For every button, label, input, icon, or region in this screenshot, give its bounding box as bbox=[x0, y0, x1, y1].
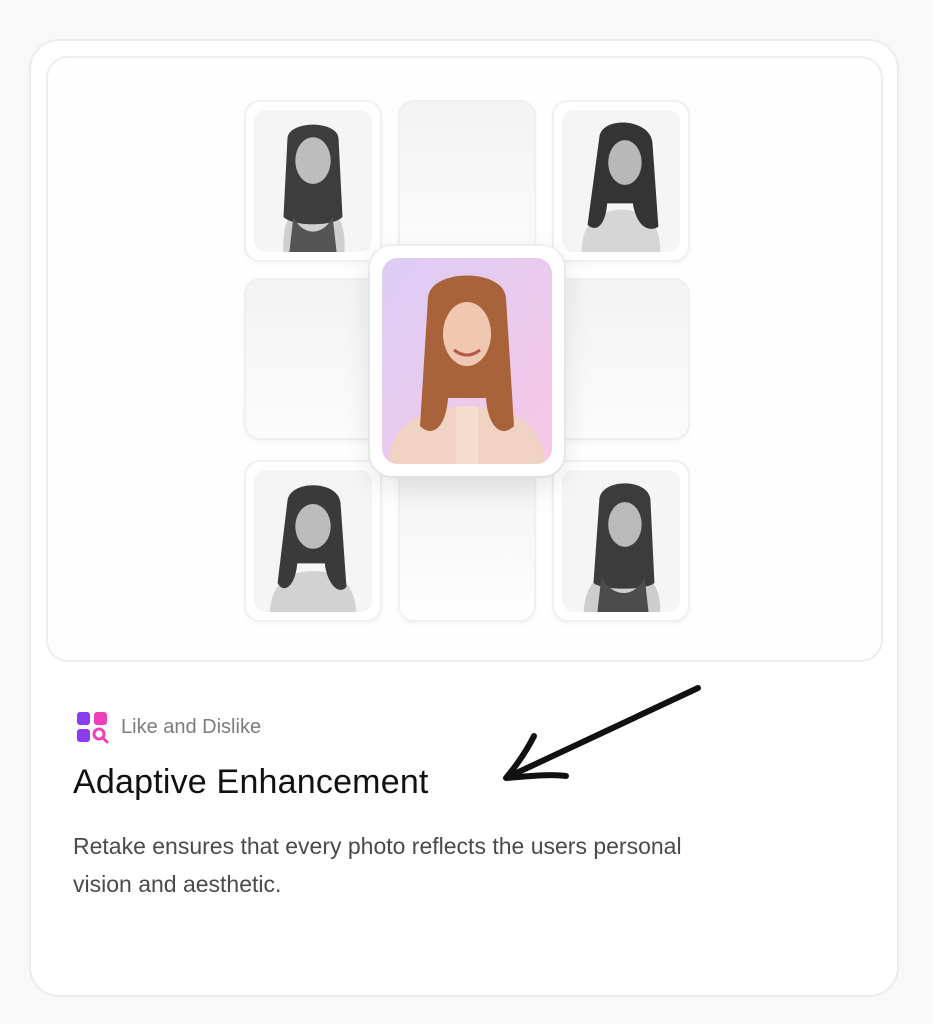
app-grid-search-icon bbox=[77, 712, 109, 744]
grayscale-portrait-image bbox=[254, 470, 372, 612]
feature-description: Retake ensures that every photo reflects… bbox=[73, 833, 682, 897]
grayscale-portrait-image bbox=[254, 110, 372, 252]
photo-tile-top-right[interactable] bbox=[552, 100, 690, 262]
feature-tag-label: Like and Dislike bbox=[121, 715, 262, 738]
feature-title: Adaptive Enhancement bbox=[73, 763, 429, 801]
color-portrait-image bbox=[382, 258, 552, 464]
grayscale-portrait-image bbox=[562, 110, 680, 252]
feature-card: Like and Dislike Adaptive Enhancement Re… bbox=[29, 39, 899, 997]
photo-tile-bottom-right[interactable] bbox=[552, 460, 690, 622]
grayscale-portrait-image bbox=[562, 470, 680, 612]
feature-tag: Like and Dislike bbox=[75, 709, 261, 745]
empty-tile-bottom-center bbox=[398, 460, 536, 622]
photo-grid-illustration bbox=[46, 56, 883, 662]
photo-tile-bottom-left[interactable] bbox=[244, 460, 382, 622]
empty-tile-middle-left bbox=[244, 278, 382, 440]
hand-drawn-arrow-icon bbox=[503, 685, 701, 781]
selected-photo-card[interactable] bbox=[370, 246, 564, 476]
photo-tile-top-left[interactable] bbox=[244, 100, 382, 262]
empty-tile-top-center bbox=[398, 100, 536, 262]
empty-tile-middle-right bbox=[552, 278, 690, 440]
